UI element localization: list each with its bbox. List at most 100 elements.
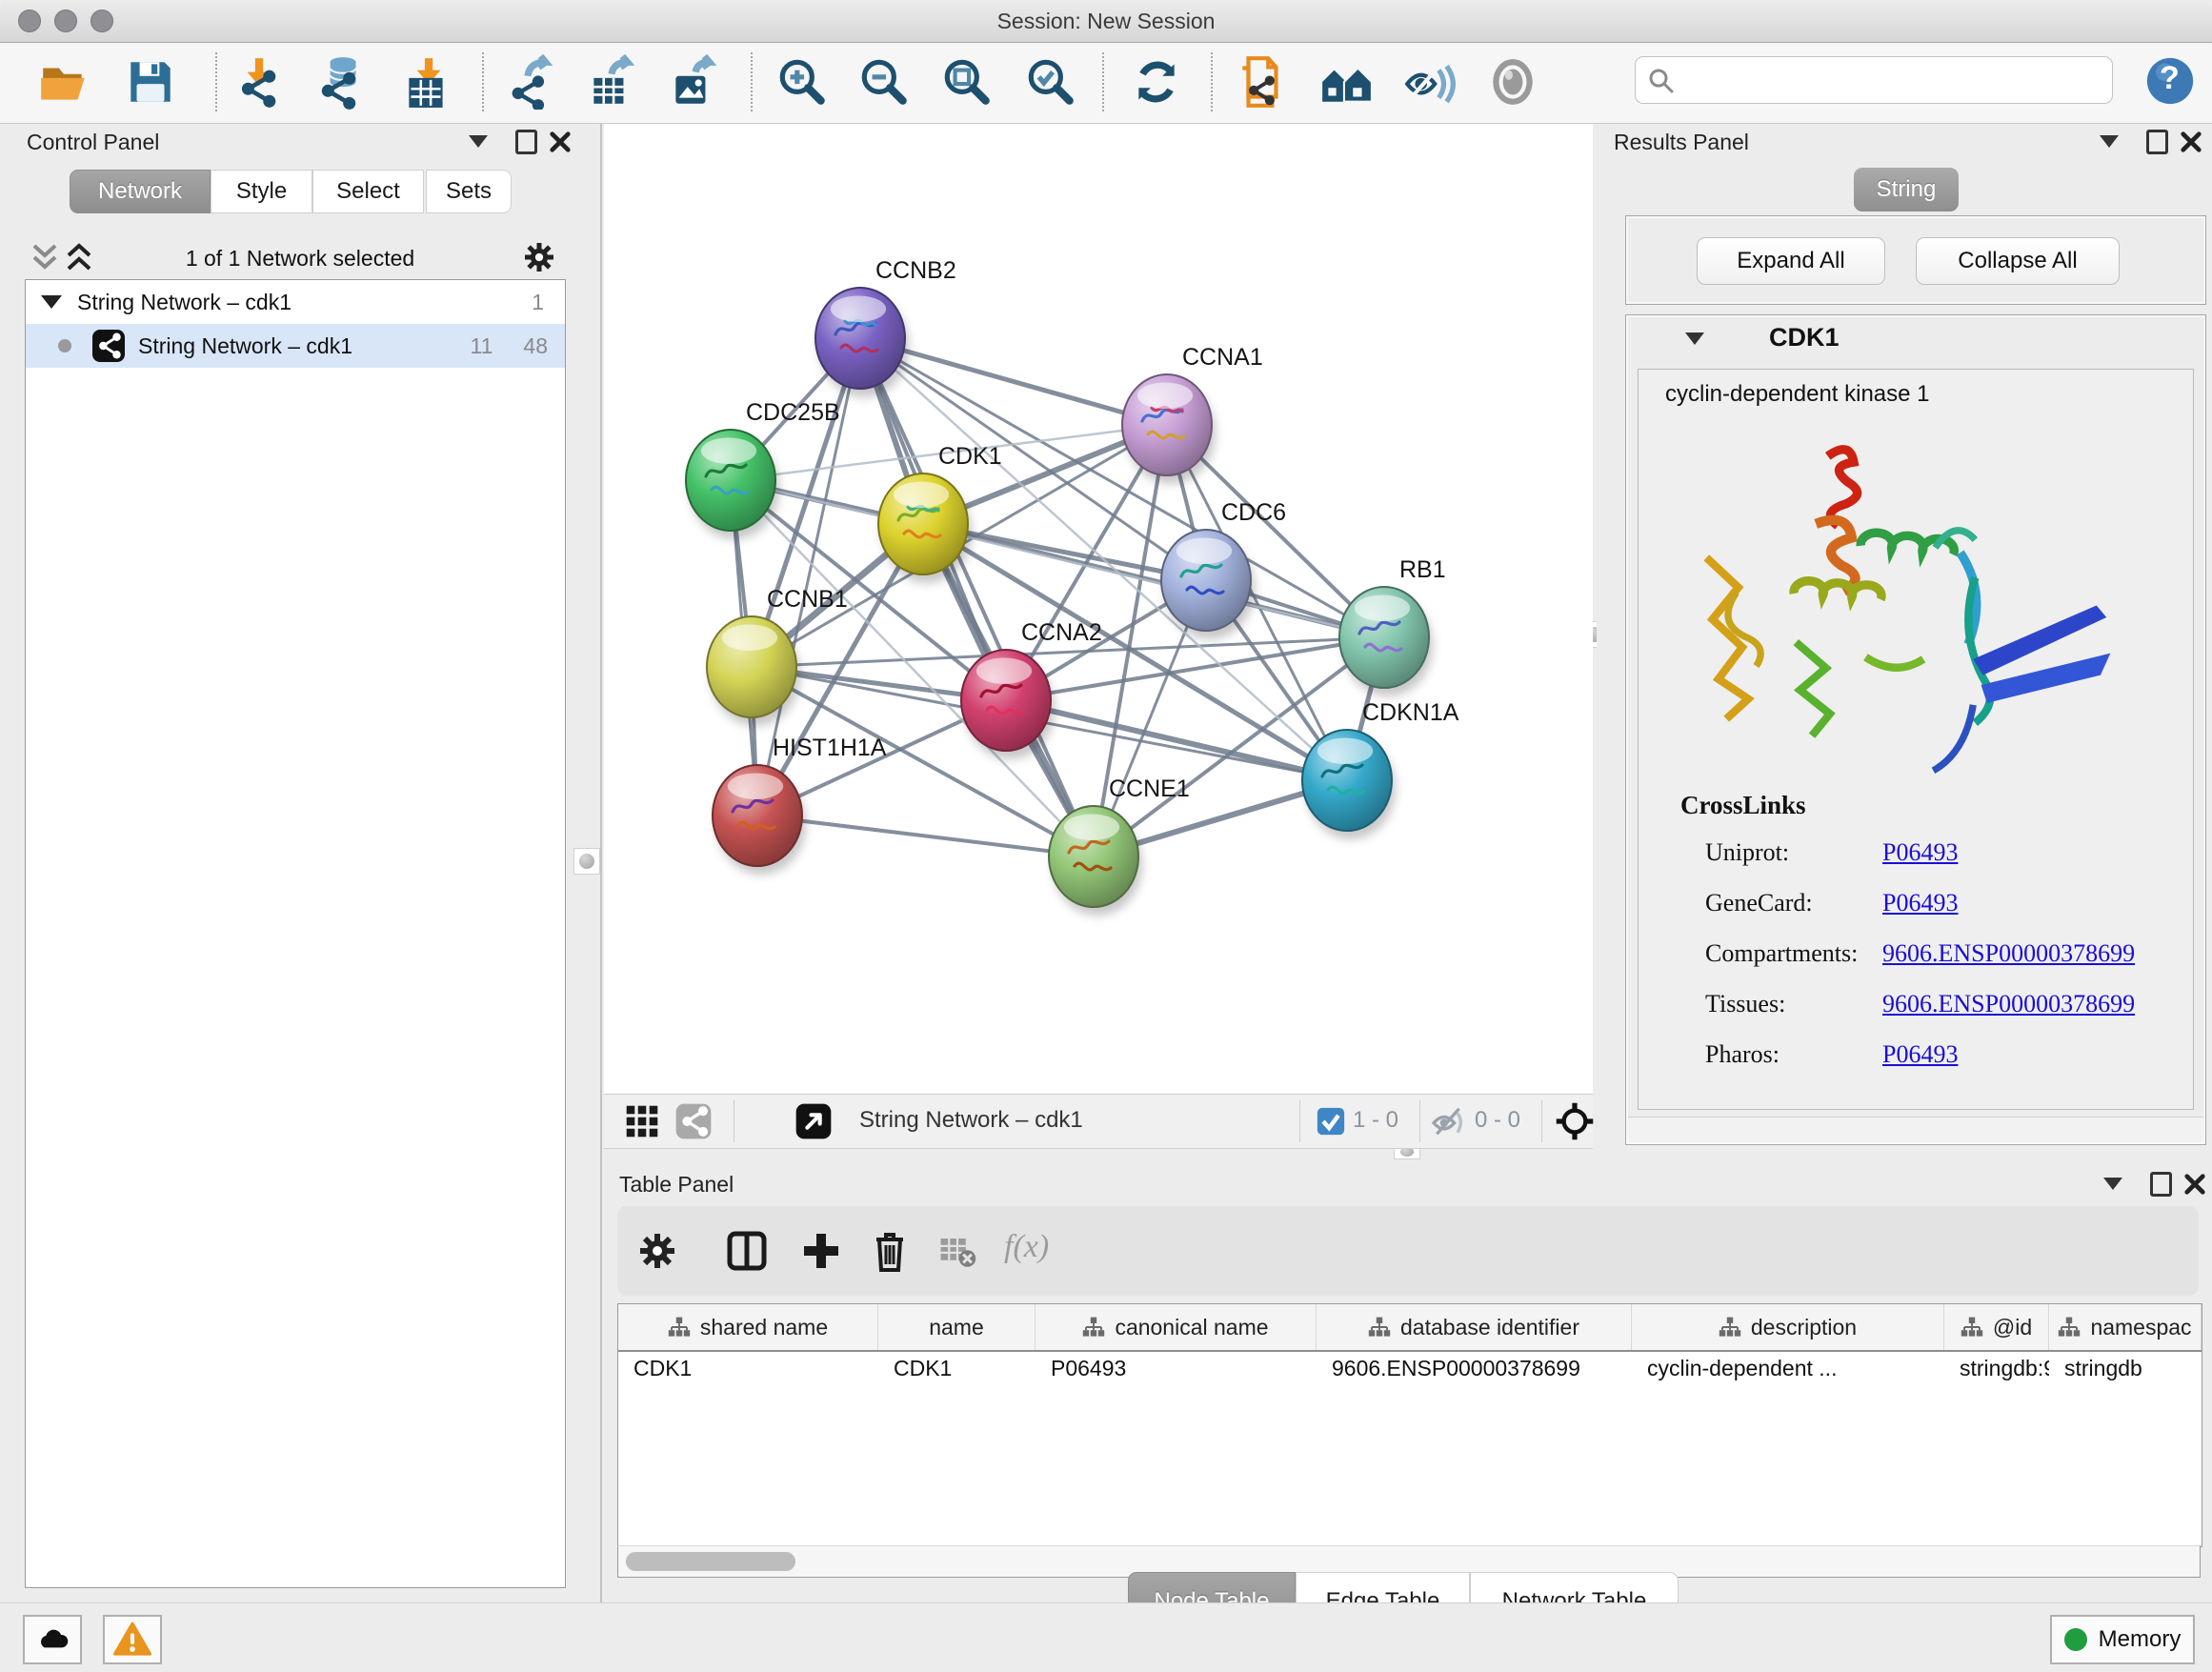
table-panel-collapse-icon[interactable] xyxy=(2103,1178,2122,1190)
network-selection-status: 1 of 1 Network selected xyxy=(114,246,486,272)
import-table-file-icon[interactable] xyxy=(399,54,454,110)
show-columns-icon[interactable] xyxy=(724,1228,770,1274)
control-panel-float-icon[interactable] xyxy=(515,130,537,154)
crosslink-value-link[interactable]: P06493 xyxy=(1882,889,1958,917)
open-session-icon[interactable] xyxy=(37,54,92,110)
node-RB1[interactable]: RB1 xyxy=(1339,556,1446,696)
node-CCNB1[interactable]: CCNB1 xyxy=(707,586,848,726)
crosslink-row: Compartments:9606.ENSP00000378699 xyxy=(1705,939,2135,968)
table-settings-gear-icon[interactable] xyxy=(634,1228,680,1274)
clear-table-icon[interactable] xyxy=(937,1232,977,1272)
cloud-icon xyxy=(33,1621,71,1659)
string-home-icon[interactable] xyxy=(1318,54,1374,110)
table-cell[interactable]: stringdb:9... xyxy=(1944,1352,2049,1388)
save-session-icon[interactable] xyxy=(123,54,178,110)
gene-section-box: CDK1 cyclin-dependent kinase 1 Cr xyxy=(1625,314,2206,1145)
column-header-@id[interactable]: @id xyxy=(1944,1304,2049,1350)
zoom-in-icon[interactable] xyxy=(774,54,830,110)
cloud-status-button[interactable] xyxy=(23,1615,82,1664)
table-row[interactable]: CDK1CDK1P064939606.ENSP00000378699cyclin… xyxy=(618,1352,2202,1389)
enhance-view-icon[interactable] xyxy=(1401,54,1457,110)
column-header-shared-name[interactable]: shared name xyxy=(618,1304,878,1350)
crosslink-value-link[interactable]: 9606.ENSP00000378699 xyxy=(1882,990,2135,1017)
tree-expand-icon[interactable] xyxy=(41,295,62,309)
crosslink-value-link[interactable]: P06493 xyxy=(1882,838,1958,866)
memory-button[interactable]: Memory xyxy=(2050,1615,2195,1664)
lens-gray-icon[interactable] xyxy=(1485,54,1540,110)
help-icon[interactable] xyxy=(2145,56,2195,106)
edge-CCNA2-CDKN1A[interactable] xyxy=(1006,700,1347,780)
selected-checkbox-icon[interactable] xyxy=(1317,1107,1345,1136)
results-panel-collapse-icon[interactable] xyxy=(2100,135,2119,148)
import-network-file-icon[interactable] xyxy=(231,54,287,110)
table-panel-close-icon[interactable] xyxy=(2183,1173,2206,1196)
node-HIST1H1A[interactable]: HIST1H1A xyxy=(713,735,887,875)
apply-layout-icon[interactable] xyxy=(1129,54,1184,110)
toolbar-separator xyxy=(482,52,484,111)
column-header-description[interactable]: description xyxy=(1632,1304,1944,1350)
column-header-name[interactable]: name xyxy=(878,1304,1036,1350)
search-input[interactable] xyxy=(1681,61,2104,99)
tab-string[interactable]: String xyxy=(1854,168,1959,212)
crosslink-value-link[interactable]: 9606.ENSP00000378699 xyxy=(1882,939,2135,967)
table-cell[interactable]: P06493 xyxy=(1036,1352,1317,1388)
collapse-all-networks-icon[interactable] xyxy=(30,240,59,274)
tab-select[interactable]: Select xyxy=(312,170,424,213)
zoom-fit-icon[interactable] xyxy=(939,54,995,110)
results-horizontal-scrollbar[interactable] xyxy=(1628,1117,2203,1142)
table-scrollbar-thumb[interactable] xyxy=(626,1552,795,1571)
control-panel-collapse-icon[interactable] xyxy=(469,135,488,148)
expand-all-networks-icon[interactable] xyxy=(65,240,93,274)
table-cell[interactable]: CDK1 xyxy=(878,1352,1036,1388)
create-column-icon[interactable] xyxy=(798,1228,844,1274)
edge-CCNE1-HIST1H1A[interactable] xyxy=(757,816,1094,856)
network-tree-root-row[interactable]: String Network – cdk1 1 xyxy=(26,280,565,324)
hidden-eye-slash-icon[interactable] xyxy=(1429,1102,1467,1140)
export-image-icon[interactable] xyxy=(666,54,721,110)
network-tree-item-row[interactable]: String Network – cdk1 11 48 xyxy=(26,324,565,368)
results-panel-close-icon[interactable] xyxy=(2180,131,2202,153)
zoom-out-icon[interactable] xyxy=(856,54,912,110)
network-options-gear-icon[interactable] xyxy=(520,238,558,276)
warnings-button[interactable] xyxy=(103,1615,162,1664)
control-panel-close-icon[interactable] xyxy=(549,131,572,153)
node-CDKN1A[interactable]: CDKN1A xyxy=(1302,699,1459,839)
left-splitter-handle[interactable] xyxy=(573,848,600,875)
node-CCNB2[interactable]: CCNB2 xyxy=(815,257,956,397)
table-panel-float-icon[interactable] xyxy=(2150,1172,2172,1197)
table-cell[interactable]: stringdb xyxy=(2049,1352,2202,1388)
function-builder-icon[interactable]: f(x) xyxy=(1004,1229,1049,1265)
tab-sets[interactable]: Sets xyxy=(426,170,512,213)
results-panel-float-icon[interactable] xyxy=(2146,130,2168,154)
network-canvas[interactable]: CCNB2CCNA1CDC25BCDK1CDC6RB1CCNB1CCNA2CDK… xyxy=(604,124,1593,1094)
delete-column-trash-icon[interactable] xyxy=(867,1228,913,1274)
table-cell[interactable]: 9606.ENSP00000378699 xyxy=(1317,1352,1632,1388)
table-cell[interactable]: CDK1 xyxy=(618,1352,878,1388)
table-header-row: shared namenamecanonical namedatabase id… xyxy=(618,1304,2202,1352)
crosslink-value-link[interactable]: P06493 xyxy=(1882,1040,1958,1068)
column-header-namespac[interactable]: namespac xyxy=(2049,1304,2202,1350)
network-share-icon[interactable] xyxy=(674,1102,713,1140)
column-type-icon xyxy=(2058,1316,2081,1339)
export-network-icon[interactable] xyxy=(502,54,557,110)
edge-CCNB2-CCNE1[interactable] xyxy=(860,338,1094,856)
tab-network[interactable]: Network xyxy=(70,170,211,213)
zoom-selected-icon[interactable] xyxy=(1023,54,1078,110)
import-string-network-icon[interactable] xyxy=(1235,54,1290,110)
node-CCNA1[interactable]: CCNA1 xyxy=(1122,344,1263,484)
gene-collapse-icon[interactable] xyxy=(1685,332,1704,345)
detach-view-icon[interactable] xyxy=(794,1102,833,1140)
network-graph[interactable]: CCNB2CCNA1CDC25BCDK1CDC6RB1CCNB1CCNA2CDK… xyxy=(604,124,1593,1094)
import-network-database-icon[interactable] xyxy=(313,54,369,110)
node-CCNE1[interactable]: CCNE1 xyxy=(1049,776,1190,916)
birds-eye-view-icon[interactable] xyxy=(625,1104,659,1138)
expand-all-button[interactable]: Expand All xyxy=(1697,237,1885,285)
collapse-all-button[interactable]: Collapse All xyxy=(1916,237,2120,285)
fit-selected-crosshair-icon[interactable] xyxy=(1555,1101,1595,1141)
column-header-database-identifier[interactable]: database identifier xyxy=(1317,1304,1632,1350)
column-header-canonical-name[interactable]: canonical name xyxy=(1036,1304,1317,1350)
table-cell[interactable]: cyclin-dependent ... xyxy=(1632,1352,1944,1388)
export-table-icon[interactable] xyxy=(584,54,639,110)
toolbar-separator xyxy=(1211,52,1213,111)
tab-style[interactable]: Style xyxy=(211,170,312,213)
